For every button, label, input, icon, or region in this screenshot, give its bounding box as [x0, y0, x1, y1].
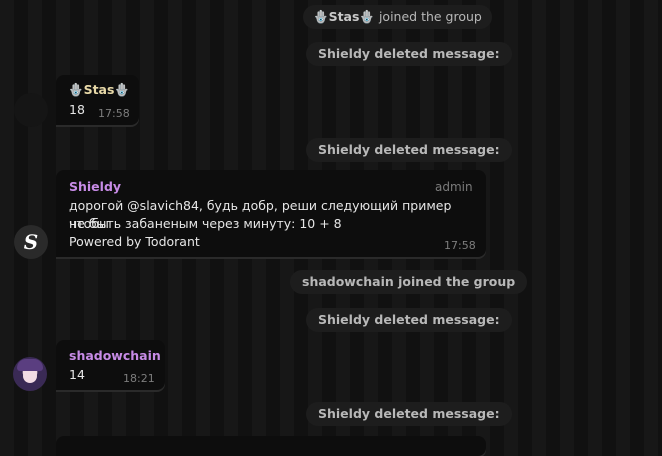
message-sender-name[interactable]: shadowchain [69, 348, 161, 363]
service-message-deleted: Shieldy deleted message: [306, 138, 512, 162]
message-bubble: Shieldy admin дорогой @slavich84, будь д… [56, 170, 486, 257]
message-bubble: 🪬Stas🪬 18 17:58 [56, 75, 139, 125]
avatar[interactable] [13, 357, 47, 391]
message-time: 17:58 [98, 107, 130, 120]
message-text: 14 [69, 367, 85, 382]
message-text-line: Powered by Todorant [69, 234, 200, 249]
message-bubble: shadowchain 14 18:21 [56, 340, 165, 390]
service-message-deleted: Shieldy deleted message: [306, 42, 512, 66]
avatar[interactable]: S [14, 225, 48, 259]
message-time: 17:58 [444, 239, 476, 252]
message-sender-name[interactable]: 🪬Stas🪬 [68, 82, 130, 98]
shieldy-logo-icon: S [23, 230, 39, 254]
service-message-deleted: Shieldy deleted message: [306, 402, 512, 426]
avatar-face-icon [23, 369, 37, 383]
message-time: 18:21 [123, 372, 155, 385]
message-text: 18 [69, 102, 85, 117]
service-message-join: 🪬Stas🪬 joined the group [303, 5, 492, 29]
admin-badge: admin [435, 180, 473, 194]
service-text: joined the group [374, 9, 482, 24]
message-sender-name[interactable]: Shieldy [69, 179, 121, 194]
avatar-hair-icon [17, 359, 43, 371]
service-message-deleted: Shieldy deleted message: [306, 308, 512, 332]
message-bubble [56, 436, 486, 456]
service-sender-name[interactable]: 🪬Stas🪬 [313, 9, 375, 24]
message-text-line: не быть забаненым через минуту: 10 + 8 [69, 216, 342, 231]
service-message-join: shadowchain joined the group [290, 270, 528, 294]
avatar[interactable] [14, 93, 48, 127]
